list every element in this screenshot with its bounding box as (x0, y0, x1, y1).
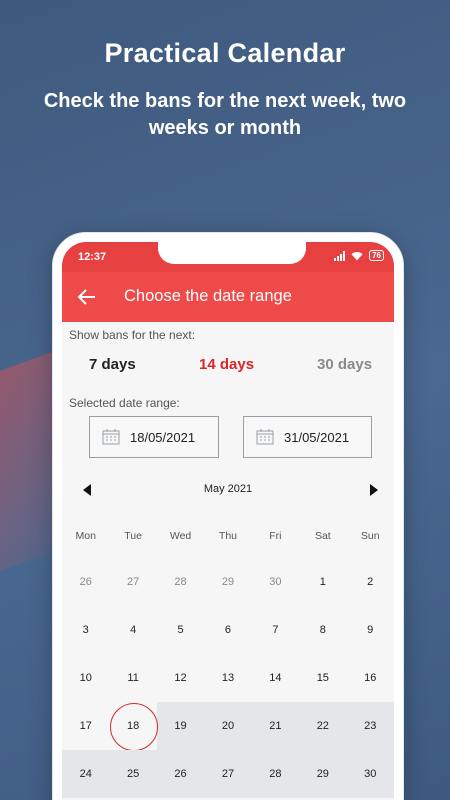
calendar-day[interactable]: 24 (62, 750, 109, 798)
calendar-day[interactable]: 28 (157, 558, 204, 606)
calendar-day[interactable]: 26 (157, 750, 204, 798)
calendar-week-partial-highlight: 17 18 19 20 21 22 23 (62, 702, 394, 751)
date-range-label: Selected date range: (69, 396, 180, 410)
calendar-day[interactable]: 20 (204, 702, 251, 750)
main-content: Show bans for the next: 7 days 14 days 3… (62, 322, 394, 800)
weekday-label: Thu (218, 530, 238, 542)
calendar-day[interactable]: 25 (109, 750, 156, 798)
start-date-value: 18/05/2021 (130, 429, 196, 445)
calendar-day[interactable]: 21 (252, 702, 299, 750)
calendar-day[interactable]: 19 (157, 702, 204, 750)
calendar-icon (102, 429, 120, 445)
calendar-day[interactable]: 17 (62, 702, 109, 750)
end-date-value: 31/05/2021 (284, 429, 350, 445)
calendar-day[interactable]: 15 (299, 654, 346, 702)
calendar-day[interactable]: 23 (347, 702, 394, 750)
weekday-label: Sat (314, 530, 331, 542)
weekday-label: Mon (75, 530, 96, 542)
status-icons: 76 (334, 250, 384, 261)
calendar-day-selected[interactable]: 18 (109, 702, 159, 751)
weekday-label: Fri (269, 530, 282, 542)
range-option-7-days[interactable]: 7 days (89, 356, 136, 373)
calendar-day[interactable]: 27 (204, 750, 251, 798)
weekday-label: Tue (124, 530, 142, 542)
calendar-week: 10 11 12 13 14 15 16 (62, 654, 394, 702)
calendar-day[interactable]: 8 (299, 606, 346, 654)
phone-screen: 12:37 76 Choose the date range Show bans… (62, 242, 394, 800)
arrow-left-icon[interactable] (76, 286, 98, 308)
calendar-day[interactable]: 9 (347, 606, 394, 654)
calendar-day[interactable]: 6 (204, 606, 251, 654)
calendar-day[interactable]: 27 (109, 558, 156, 606)
calendar-day[interactable]: 12 (157, 654, 204, 702)
calendar-day[interactable]: 5 (157, 606, 204, 654)
weekday-label: Sun (360, 530, 380, 542)
status-time: 12:37 (78, 251, 107, 263)
calendar-icon (256, 429, 274, 445)
battery-level: 76 (372, 250, 381, 260)
calendar-day[interactable]: 30 (252, 558, 299, 606)
calendar-day[interactable]: 2 (347, 558, 394, 606)
calendar-day[interactable]: 11 (109, 654, 156, 702)
calendar-day[interactable]: 30 (347, 750, 394, 798)
weekday-label: Wed (169, 530, 192, 542)
range-option-14-days[interactable]: 14 days (199, 356, 254, 373)
calendar-day[interactable]: 10 (62, 654, 109, 702)
promo-subtitle: Check the bans for the next week, two we… (43, 90, 407, 139)
page-title: Choose the date range (124, 287, 292, 305)
camera-notch (158, 242, 306, 264)
calendar-day[interactable]: 4 (109, 606, 156, 654)
weekday-header: Mon Tue Wed Thu Fri Sat Sun (62, 530, 394, 542)
signal-icon (334, 250, 346, 261)
calendar-week: 26 27 28 29 30 1 2 (62, 558, 394, 606)
status-bar: 12:37 76 (62, 242, 394, 272)
range-selector-label: Show bans for the next: (69, 328, 196, 342)
calendar-day[interactable]: 14 (252, 654, 299, 702)
app-bar: Choose the date range (62, 272, 394, 322)
calendar-week: 24 25 26 27 28 29 30 (62, 750, 394, 798)
end-date-field[interactable]: 31/05/2021 (243, 416, 372, 458)
calendar-day[interactable]: 29 (299, 750, 346, 798)
calendar-day[interactable]: 22 (299, 702, 346, 750)
month-label: May 2021 (203, 483, 253, 495)
month-navigation: May 2021 (62, 482, 394, 498)
calendar-day[interactable]: 1 (299, 558, 346, 606)
calendar-day[interactable]: 13 (204, 654, 251, 702)
promo-title: Practical Calendar (104, 38, 346, 68)
calendar-day[interactable]: 16 (347, 654, 394, 702)
calendar-day[interactable]: 7 (252, 606, 299, 654)
calendar-day[interactable]: 29 (204, 558, 251, 606)
battery-icon: 76 (369, 250, 384, 261)
range-option-30-days[interactable]: 30 days (317, 356, 372, 373)
calendar-day[interactable]: 26 (62, 558, 109, 606)
calendar-week: 3 4 5 6 7 8 9 (62, 606, 394, 654)
calendar-day[interactable]: 3 (62, 606, 109, 654)
next-month-icon[interactable] (370, 484, 378, 496)
wifi-icon (351, 251, 363, 260)
start-date-field[interactable]: 18/05/2021 (89, 416, 219, 458)
calendar-grid: 26 27 28 29 30 1 2 3 4 5 6 7 8 9 10 11 1… (62, 558, 394, 798)
calendar-day[interactable]: 28 (252, 750, 299, 798)
